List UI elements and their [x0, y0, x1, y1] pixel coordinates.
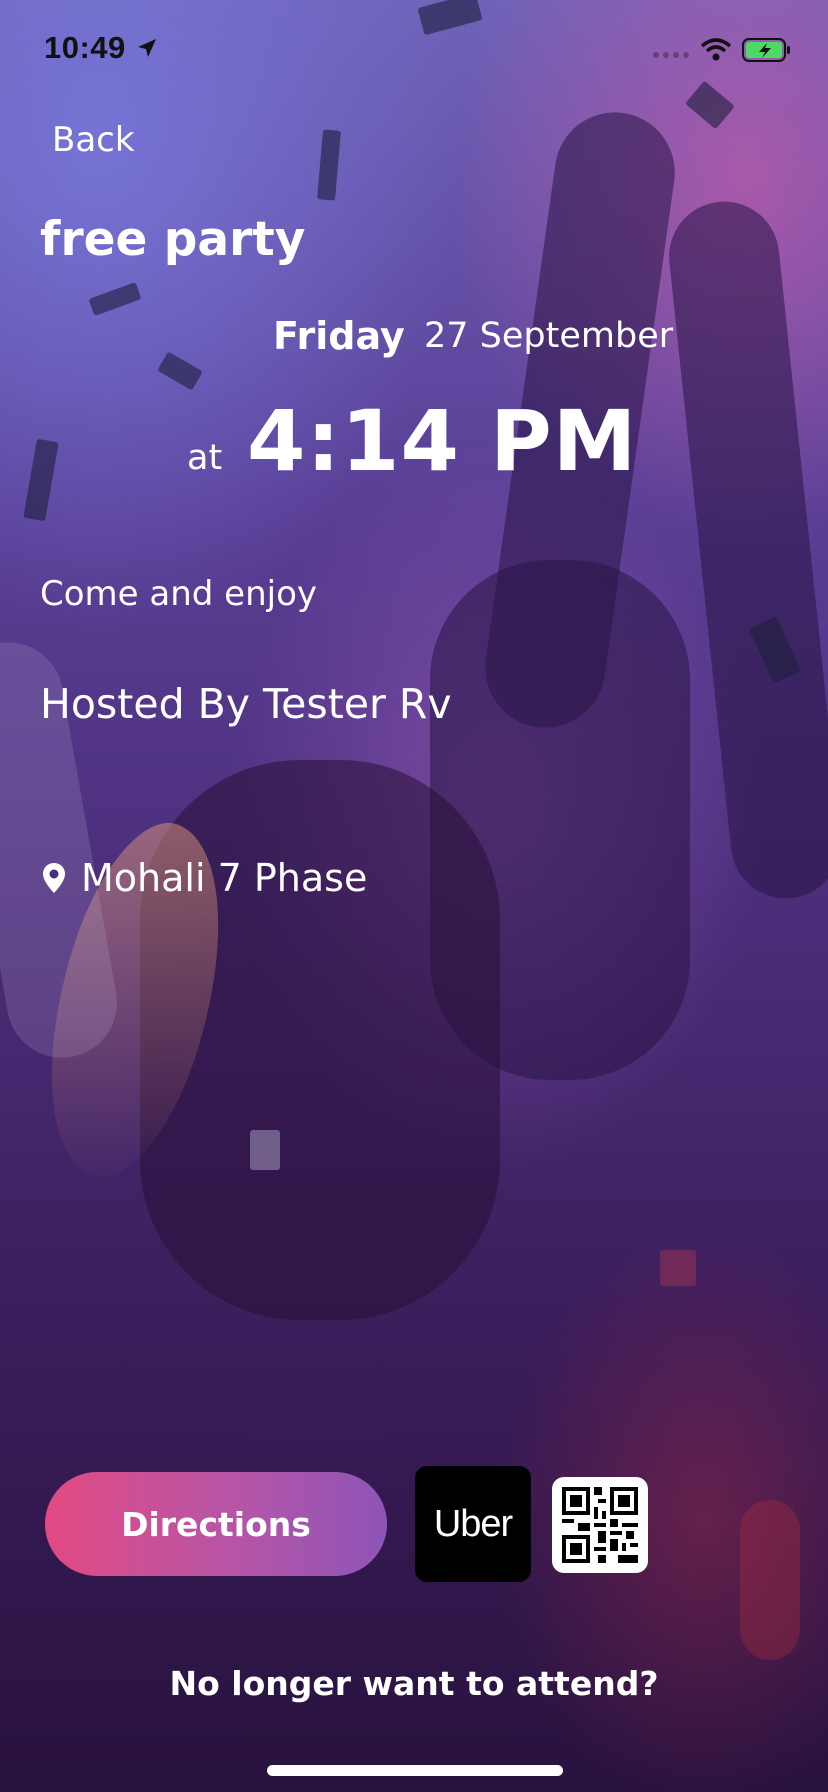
directions-button[interactable]: Directions	[45, 1472, 387, 1576]
event-date: 27 September	[424, 316, 674, 356]
uber-logo-label: Uber	[433, 1502, 513, 1545]
event-time: 4:14 PM	[247, 392, 638, 490]
back-button[interactable]: Back	[52, 120, 135, 160]
battery-charging-icon	[742, 38, 790, 62]
qr-code-button[interactable]	[552, 1477, 648, 1573]
at-label: at	[187, 438, 223, 478]
cancel-attendance-link[interactable]: No longer want to attend?	[0, 1664, 828, 1703]
qr-code-icon	[562, 1487, 638, 1563]
location-arrow-icon	[138, 39, 156, 57]
status-time: 10:49	[44, 30, 126, 65]
signal-icon	[653, 52, 689, 58]
uber-button[interactable]: Uber	[415, 1466, 531, 1582]
location-pin-icon	[43, 863, 65, 893]
event-title: free party	[40, 212, 306, 267]
event-host: Hosted By Tester Rv	[40, 680, 452, 728]
event-day: Friday	[273, 314, 405, 358]
event-location[interactable]: Mohali 7 Phase	[81, 856, 367, 900]
event-description: Come and enjoy	[40, 574, 317, 614]
wifi-icon	[700, 38, 732, 61]
home-indicator	[267, 1765, 563, 1776]
